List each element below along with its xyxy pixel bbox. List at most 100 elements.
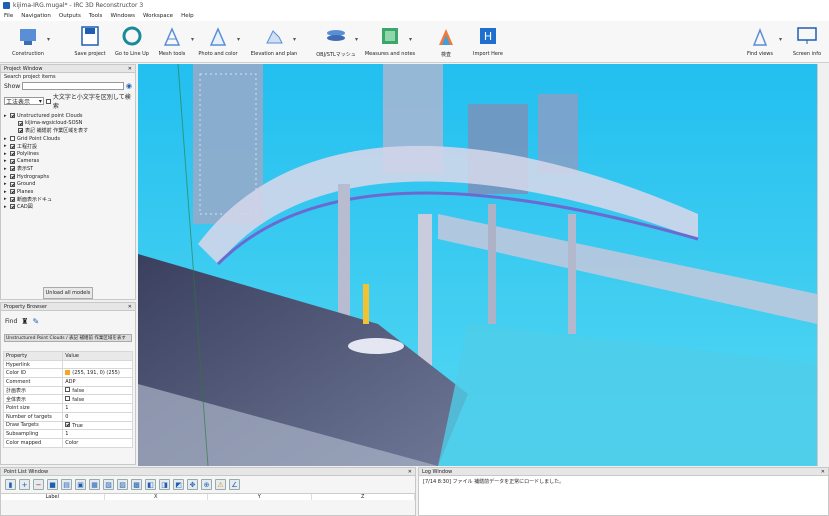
expand-icon[interactable]: ▸	[4, 204, 8, 210]
chevron-down-icon[interactable]: ▾	[293, 36, 296, 43]
table-row[interactable]: Comment ADP	[2, 377, 133, 387]
find-views-button[interactable]: Find views ▾	[738, 24, 782, 57]
go-to-line-up-button[interactable]: Go to Line Up	[110, 24, 154, 57]
property-value[interactable]: false	[62, 385, 133, 396]
table-row[interactable]: Point size 1	[2, 403, 133, 413]
property-value[interactable]: (255, 191, 0) (255)	[62, 368, 133, 379]
table-row[interactable]: Color ID (255, 191, 0) (255)	[2, 368, 133, 379]
tree-item[interactable]: kijima-wgsicloud-SOSN	[4, 120, 132, 128]
chevron-down-icon[interactable]: ▾	[409, 36, 412, 43]
table-row[interactable]: Subsampling 1	[2, 429, 133, 439]
property-value[interactable]: 0	[62, 411, 133, 422]
property-checkbox[interactable]	[65, 395, 71, 401]
tree-item-checkbox[interactable]	[10, 158, 15, 164]
tree-item[interactable]: ▸ CAD図	[4, 203, 132, 211]
tree-item-checkbox[interactable]	[18, 128, 23, 134]
import-here-button[interactable]: H Import Here	[466, 24, 510, 57]
property-value[interactable]: True	[62, 420, 133, 431]
folder-icon[interactable]: ■	[47, 479, 58, 490]
save-project-button[interactable]: Save project	[68, 24, 112, 57]
menu-outputs[interactable]: Outputs	[59, 13, 81, 19]
expand-icon[interactable]: ▸	[4, 158, 8, 164]
property-value[interactable]: ADP	[62, 377, 133, 387]
mesh-tools-button[interactable]: Mesh tools ▾	[150, 24, 194, 57]
unload-all-models-button[interactable]: Unload all models	[43, 287, 93, 299]
elevation-and-plan-button[interactable]: Elevation and plan ▾	[251, 24, 297, 57]
filter-icon[interactable]: ◨	[159, 479, 170, 490]
table-row[interactable]: 全体表示 false	[2, 394, 133, 405]
menu-tools[interactable]: Tools	[89, 13, 103, 19]
tree-item[interactable]: ▸ 断面表示ドキュ	[4, 196, 132, 204]
tree-item[interactable]: 表記 補繕前 作業区域を表す	[4, 127, 132, 135]
tree-item[interactable]: ▸ 工程打設	[4, 142, 132, 150]
tree-item-checkbox[interactable]	[10, 174, 15, 180]
tree-item-checkbox[interactable]	[10, 189, 15, 195]
tree-item-checkbox[interactable]	[10, 181, 15, 187]
column-x[interactable]: X	[105, 494, 208, 500]
screen-info-button[interactable]: Screen info	[785, 24, 829, 57]
column-label[interactable]: Label	[1, 494, 105, 500]
close-icon[interactable]: ✕	[128, 304, 132, 310]
expand-icon[interactable]: ▸	[4, 189, 8, 195]
expand-icon[interactable]: ▸	[4, 113, 8, 119]
table-row[interactable]: 計画表示 false	[2, 385, 133, 396]
axis-icon[interactable]: ∠	[229, 479, 240, 490]
chevron-down-icon[interactable]: ▾	[779, 36, 782, 43]
move-icon[interactable]: ✥	[187, 479, 198, 490]
grid-icon[interactable]: ▨	[117, 479, 128, 490]
filter-select[interactable]: 工法表示 ▾	[4, 97, 44, 106]
property-value[interactable]: 1	[62, 403, 133, 413]
target-icon[interactable]: ⊕	[201, 479, 212, 490]
chevron-down-icon[interactable]: ▾	[47, 36, 50, 43]
expand-icon[interactable]: ▸	[4, 174, 8, 180]
point-cloud-render[interactable]	[138, 64, 817, 466]
tree-item[interactable]: ▸ Planes	[4, 188, 132, 196]
tree-item-checkbox[interactable]	[10, 113, 15, 119]
property-value[interactable]: Color	[62, 437, 133, 448]
property-value[interactable]	[62, 359, 133, 370]
expand-icon[interactable]: ▸	[4, 136, 8, 142]
column-y[interactable]: Y	[208, 494, 312, 500]
menu-windows[interactable]: Windows	[110, 13, 135, 19]
tree-item-checkbox[interactable]	[10, 166, 15, 172]
import-icon[interactable]: ◧	[145, 479, 156, 490]
tree-item[interactable]: ▸ Cameras	[4, 158, 132, 166]
expand-icon[interactable]: ▸	[4, 143, 8, 149]
property-checkbox[interactable]	[65, 387, 71, 393]
chevron-down-icon[interactable]: ▾	[237, 36, 240, 43]
menu-workspace[interactable]: Workspace	[143, 13, 173, 19]
close-icon[interactable]: ✕	[408, 469, 412, 475]
add-icon[interactable]: +	[19, 479, 30, 490]
tree-item-checkbox[interactable]	[10, 151, 15, 157]
measures-and-notes-button[interactable]: Measures and notes ▾	[365, 24, 415, 57]
paint-icon[interactable]: ✎	[32, 317, 39, 326]
column-z[interactable]: Z	[312, 494, 415, 500]
tree-item-checkbox[interactable]	[10, 143, 15, 149]
menu-navigation[interactable]: Navigation	[21, 13, 51, 19]
color-swatch[interactable]	[65, 370, 71, 376]
photo-and-color-button[interactable]: Photo and color ▾	[196, 24, 240, 57]
close-icon[interactable]: ✕	[128, 66, 132, 72]
tree-item-checkbox[interactable]	[10, 204, 15, 210]
expand-icon[interactable]: ▸	[4, 151, 8, 157]
construction-button[interactable]: Construction ▾	[6, 24, 50, 57]
tree-item[interactable]: ▸ Grid Point Clouds	[4, 135, 132, 143]
close-icon[interactable]: ✕	[821, 469, 825, 475]
tree-item[interactable]: ▸ Polylines	[4, 150, 132, 158]
menu-file[interactable]: File	[4, 13, 13, 19]
tree-icon[interactable]: ♜	[21, 317, 28, 326]
expand-icon[interactable]: ▸	[4, 196, 8, 202]
export-icon[interactable]: ▩	[131, 479, 142, 490]
property-checkbox[interactable]	[65, 421, 71, 427]
copy-icon[interactable]: ▣	[75, 479, 86, 490]
chevron-down-icon[interactable]: ▾	[355, 36, 358, 43]
open-icon[interactable]: ▮	[5, 479, 16, 490]
tree-item[interactable]: ▸ Ground	[4, 180, 132, 188]
warning-icon[interactable]: ⚠	[215, 479, 226, 490]
save-icon[interactable]: ▤	[61, 479, 72, 490]
tree-item[interactable]: ▸ Hydrographs	[4, 173, 132, 181]
table-row[interactable]: Number of targets 0	[2, 411, 133, 422]
remove-icon[interactable]: −	[33, 479, 44, 490]
expand-icon[interactable]: ▸	[4, 181, 8, 187]
tree-item[interactable]: ▸ Unstructured point Clouds	[4, 112, 132, 120]
